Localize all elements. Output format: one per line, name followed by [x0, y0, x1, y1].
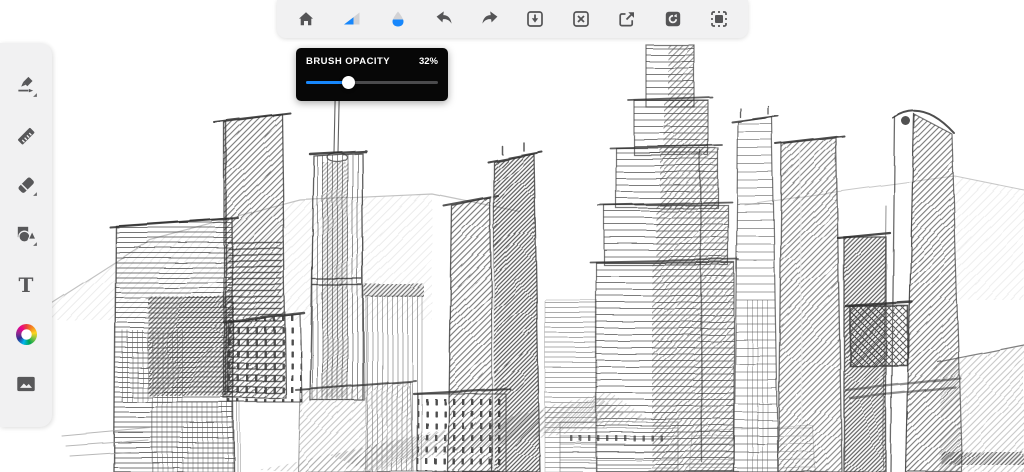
redo-button[interactable]	[473, 4, 507, 34]
canvas-frame-icon	[711, 11, 727, 27]
brush-opacity-value: 32%	[418, 56, 438, 67]
clear-canvas-button[interactable]	[564, 4, 598, 34]
export-button[interactable]	[610, 4, 644, 34]
undo-button[interactable]	[427, 4, 461, 34]
brush-opacity-popup: BRUSH OPACITY 32%	[296, 48, 448, 101]
text-tool-icon: T	[18, 272, 34, 297]
image-icon	[17, 376, 35, 392]
ruler-tool-button[interactable]	[9, 120, 43, 152]
shapes-icon	[17, 226, 37, 246]
home-button[interactable]	[289, 4, 323, 34]
download-box-icon	[527, 11, 544, 27]
shapes-tool-button[interactable]	[9, 219, 43, 251]
text-tool-button[interactable]: T	[9, 269, 43, 301]
draw-tool-button[interactable]	[9, 70, 43, 102]
reset-button[interactable]	[656, 4, 690, 34]
app-window: T BRUSH OPACITY 32%	[0, 0, 1024, 472]
undo-icon	[436, 11, 452, 24]
brush-opacity-slider[interactable]	[306, 76, 438, 89]
ruler-icon	[17, 127, 35, 144]
eraser-tool-button[interactable]	[9, 169, 43, 201]
brush-size-button[interactable]	[335, 4, 369, 34]
slider-thumb[interactable]	[341, 76, 355, 89]
share-icon	[619, 12, 635, 27]
brush-opacity-button[interactable]	[381, 4, 415, 34]
close-box-icon	[573, 11, 590, 27]
redo-icon	[481, 11, 497, 24]
save-button[interactable]	[518, 4, 552, 34]
brush-size-icon	[343, 12, 360, 25]
tool-sidebar: T	[0, 43, 52, 427]
home-icon	[298, 12, 313, 26]
fit-canvas-button[interactable]	[702, 4, 736, 34]
skyline-sketch	[37, 44, 1024, 472]
image-tool-button[interactable]	[9, 368, 43, 400]
color-tool-button[interactable]	[9, 318, 43, 350]
brush-opacity-label: BRUSH OPACITY	[306, 56, 391, 67]
top-toolbar	[277, 0, 748, 38]
color-wheel-icon	[15, 323, 37, 345]
brush-opacity-icon	[392, 11, 404, 27]
pencil-tool-icon	[18, 76, 37, 97]
sketch-canvas[interactable]	[0, 0, 1024, 472]
eraser-icon	[18, 177, 37, 197]
refresh-box-icon	[665, 11, 681, 27]
